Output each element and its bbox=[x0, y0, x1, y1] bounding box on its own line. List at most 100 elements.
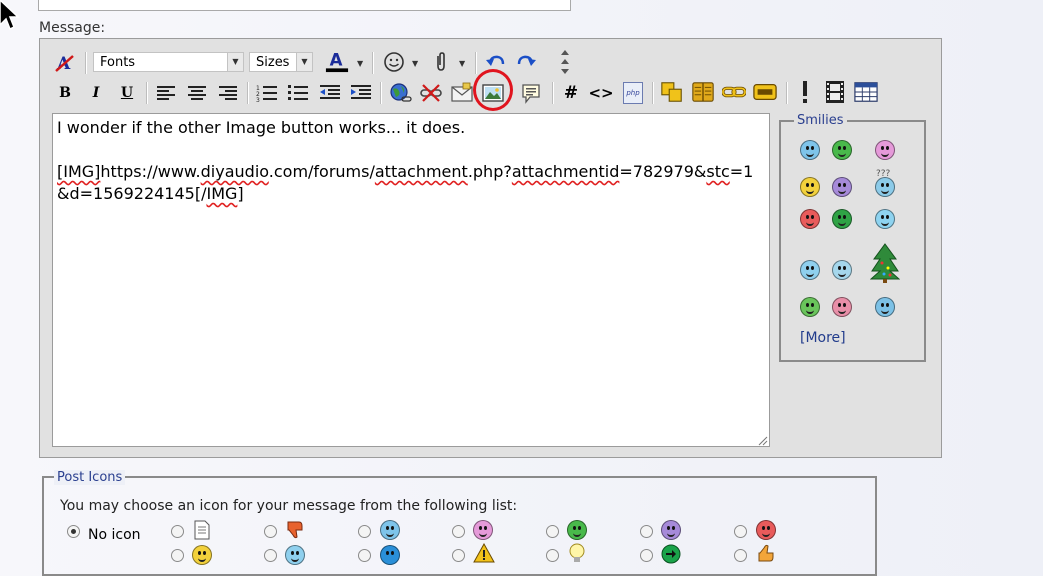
align-right-button[interactable] bbox=[216, 81, 240, 105]
no-icon-label: No icon bbox=[88, 527, 141, 543]
img-tag-open: [IMG] bbox=[57, 162, 101, 181]
post-icon-radio[interactable] bbox=[546, 549, 559, 562]
chain-link-button[interactable] bbox=[722, 80, 746, 104]
font-select[interactable]: Fonts ▼ bbox=[93, 52, 244, 72]
confused-marks: ??? bbox=[876, 169, 891, 179]
no-icon-radio[interactable] bbox=[67, 525, 80, 538]
wrap-html-button[interactable]: <> bbox=[588, 81, 613, 105]
subject-input-edge[interactable] bbox=[38, 0, 571, 11]
envelope-icon bbox=[451, 82, 473, 102]
indent-button[interactable] bbox=[349, 81, 373, 105]
email-link-button[interactable] bbox=[450, 81, 474, 105]
thumbs-down-icon bbox=[287, 521, 303, 539]
grin-green-icon[interactable] bbox=[832, 140, 852, 160]
chevron-down-icon: ▼ bbox=[227, 53, 243, 71]
post-icon-radio[interactable] bbox=[171, 549, 184, 562]
frown-purple-icon[interactable] bbox=[832, 177, 852, 197]
post-icon-radio[interactable] bbox=[640, 549, 653, 562]
toolbar-separator bbox=[85, 52, 87, 74]
wrap-php-button[interactable]: php bbox=[621, 81, 645, 105]
text-color-button[interactable]: A bbox=[325, 49, 349, 73]
sick-green-icon[interactable] bbox=[832, 209, 852, 229]
align-left-button[interactable] bbox=[154, 81, 178, 105]
post-icon-radio[interactable] bbox=[452, 525, 465, 538]
shocked-blue-icon[interactable] bbox=[875, 297, 895, 317]
post-icon-radio[interactable] bbox=[264, 525, 277, 538]
unordered-list-button[interactable] bbox=[286, 81, 310, 105]
lightbulb-icon bbox=[569, 543, 585, 562]
quote-button[interactable] bbox=[519, 81, 543, 105]
copy-pages-button[interactable] bbox=[660, 80, 684, 104]
img-tag-close: IMG bbox=[206, 184, 238, 203]
underline-button[interactable]: U bbox=[115, 81, 139, 105]
url-part: .com/forums/ bbox=[268, 162, 375, 181]
dizzy-green-icon[interactable] bbox=[800, 297, 820, 317]
smile-yellow-icon[interactable] bbox=[800, 177, 820, 197]
italic-button[interactable]: I bbox=[84, 81, 108, 105]
align-right-icon bbox=[219, 86, 237, 100]
smilie-mouth bbox=[881, 188, 889, 194]
confused-blue-icon[interactable] bbox=[875, 177, 895, 197]
wrap-code-button[interactable]: # bbox=[559, 81, 583, 105]
insert-link-button[interactable] bbox=[388, 81, 412, 105]
book-button[interactable] bbox=[691, 80, 715, 104]
smile-pink-icon[interactable] bbox=[875, 140, 895, 160]
bold-button[interactable]: B bbox=[53, 81, 77, 105]
post-icon-radio[interactable] bbox=[171, 525, 184, 538]
smilie-mouth bbox=[838, 220, 846, 226]
size-select[interactable]: Sizes ▼ bbox=[249, 52, 313, 72]
resize-editor-button[interactable] bbox=[553, 50, 577, 74]
smile-blue-icon[interactable] bbox=[800, 140, 820, 160]
button-insert-button[interactable] bbox=[753, 80, 777, 104]
christmas-tree-icon[interactable] bbox=[870, 243, 900, 283]
table-icon bbox=[854, 82, 878, 102]
chevron-down-icon[interactable]: ▼ bbox=[412, 59, 418, 68]
insert-smilie-button[interactable] bbox=[382, 50, 406, 74]
text-color-icon: A bbox=[325, 51, 349, 73]
ordered-list-button[interactable]: 123 bbox=[255, 81, 279, 105]
smilie-mouth bbox=[806, 271, 814, 277]
message-textarea[interactable]: I wonder if the other Image button works… bbox=[52, 113, 770, 447]
message-line-1: I wonder if the other Image button works… bbox=[57, 118, 466, 137]
rolleyes-blue-icon[interactable] bbox=[875, 209, 895, 229]
post-icon-radio[interactable] bbox=[734, 525, 747, 538]
insert-table-button[interactable] bbox=[854, 80, 878, 104]
post-icon-radio[interactable] bbox=[640, 525, 653, 538]
chevron-down-icon[interactable]: ▼ bbox=[459, 59, 465, 68]
smilie-mouth bbox=[806, 220, 814, 226]
mad-red-icon[interactable] bbox=[800, 209, 820, 229]
remove-link-button[interactable] bbox=[419, 81, 443, 105]
post-icon-radio[interactable] bbox=[264, 549, 277, 562]
post-icon-radio[interactable] bbox=[734, 549, 747, 562]
arrow-right-icon bbox=[661, 544, 681, 564]
php-file-icon: php bbox=[623, 82, 643, 104]
eek-blue-icon[interactable] bbox=[832, 260, 852, 280]
smilie-mouth bbox=[881, 308, 889, 314]
attachment-button[interactable] bbox=[429, 50, 453, 74]
post-icons-legend: Post Icons bbox=[54, 470, 126, 485]
chevron-down-icon[interactable]: ▼ bbox=[357, 59, 363, 68]
yellow-button-icon bbox=[753, 83, 777, 101]
remove-format-button[interactable]: A bbox=[53, 51, 77, 75]
post-icon-radio[interactable] bbox=[452, 549, 465, 562]
question-icon bbox=[380, 545, 400, 565]
toolbar-separator bbox=[146, 82, 148, 104]
redo-button[interactable] bbox=[514, 50, 538, 74]
more-smilies-link[interactable]: [More] bbox=[800, 330, 846, 346]
outdent-button[interactable] bbox=[318, 81, 342, 105]
svg-text:3: 3 bbox=[256, 97, 260, 103]
insert-video-button[interactable] bbox=[823, 80, 847, 104]
bullet-list-icon bbox=[288, 85, 308, 100]
post-icon-radio[interactable] bbox=[358, 549, 371, 562]
align-center-button[interactable] bbox=[185, 81, 209, 105]
cool-blue-icon[interactable] bbox=[800, 260, 820, 280]
crazy-pink-icon[interactable] bbox=[832, 297, 852, 317]
toolbar-separator bbox=[247, 82, 249, 104]
frown-purple-icon bbox=[661, 520, 681, 540]
exclamation-button[interactable] bbox=[793, 80, 817, 104]
film-strip-icon bbox=[826, 81, 844, 103]
post-icon-radio[interactable] bbox=[546, 525, 559, 538]
url-part: .php? bbox=[467, 162, 512, 181]
post-icon-radio[interactable] bbox=[358, 525, 371, 538]
resize-grip-icon[interactable] bbox=[756, 434, 768, 446]
